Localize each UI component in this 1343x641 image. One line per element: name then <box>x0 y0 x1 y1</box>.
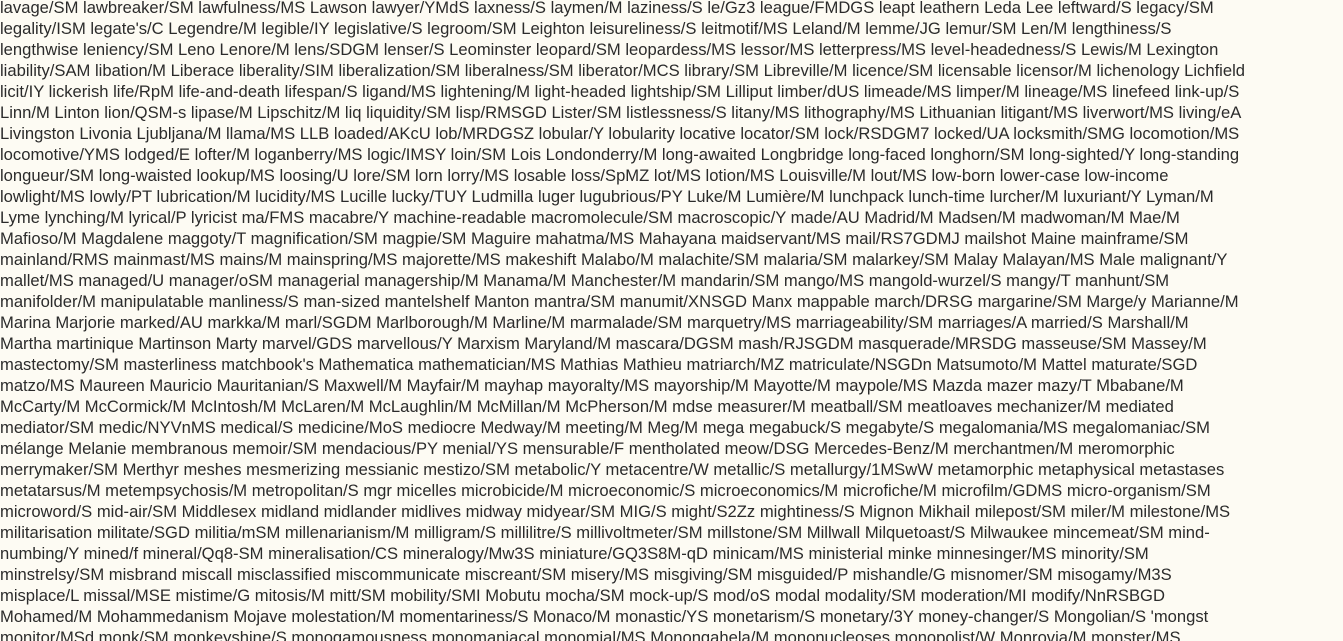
text-line: lengthwise leniency/SM Leno Lenore/M len… <box>0 40 1219 59</box>
text-line: Mohamed/M Mohammedanism Mojave molestati… <box>0 607 1209 626</box>
text-line: matzo/MS Maureen Mauricio Mauritanian/S … <box>0 376 1184 395</box>
text-line: mallet/MS managed/U manager/oSM manageri… <box>0 271 1170 290</box>
text-line: longueur/SM long-waisted lookup/MS loosi… <box>0 166 1169 185</box>
text-line: Marina Marjorie marked/AU markka/M marl/… <box>0 313 1189 332</box>
text-line: microword/S mid-air/SM Middlesex midland… <box>0 502 1231 521</box>
text-line: licit/IY lickerish life/RpM life-and-dea… <box>0 82 1240 101</box>
text-line: mainland/RMS mainmast/MS mains/M mainspr… <box>0 250 1228 269</box>
text-line: mastectomy/SM masterliness matchbook's M… <box>0 355 1198 374</box>
text-line: locomotive/YMS lodged/E lofter/M loganbe… <box>0 145 1240 164</box>
dictionary-text-page: lavage/SM lawbreaker/SM lawfulness/MS La… <box>0 0 1343 641</box>
text-line: militarisation militate/SGD militia/mSM … <box>0 523 1210 542</box>
text-line: mélange Melanie membranous memoir/SM men… <box>0 439 1175 458</box>
text-line: numbing/Y mined/f mineral/Qq8-SM mineral… <box>0 544 1149 563</box>
text-line: legality/ISM legate's/C Legendre/M legib… <box>0 19 1172 38</box>
text-line: Mafioso/M Magdalene maggoty/T magnificat… <box>0 229 1189 248</box>
text-line: liability/SAM libation/M Liberace libera… <box>0 61 1246 80</box>
text-line: lavage/SM lawbreaker/SM lawfulness/MS La… <box>0 0 1214 17</box>
text-line: merrymaker/SM Merthyr meshes mesmerizing… <box>0 460 1225 479</box>
text-line: Livingston Livonia Ljubljana/M llama/MS … <box>0 124 1240 143</box>
text-line: Martha martinique Martinson Marty marvel… <box>0 334 1207 353</box>
text-line: misplace/L missal/MSE mistime/G mitosis/… <box>0 586 1165 605</box>
text-line: Lyme lynching/M lyrical/P lyricist ma/FM… <box>0 208 1180 227</box>
text-line: minstrelsy/SM misbrand miscall misclassi… <box>0 565 1172 584</box>
text-line: mediator/SM medic/NYVnMS medical/S medic… <box>0 418 1210 437</box>
text-line: metatarsus/M metempsychosis/M metropolit… <box>0 481 1211 500</box>
text-line: Linn/M Linton lion/QSM-s lipase/M Lipsch… <box>0 103 1242 122</box>
text-line: monitor/MSd monk/SM monkeyshine/S monoga… <box>0 628 1181 641</box>
text-line: manifolder/M manipulatable manliness/S m… <box>0 292 1239 311</box>
text-line: lowlight/MS lowly/PT lubrication/M lucid… <box>0 187 1214 206</box>
text-line: McCarty/M McCormick/M McIntosh/M McLaren… <box>0 397 1174 416</box>
